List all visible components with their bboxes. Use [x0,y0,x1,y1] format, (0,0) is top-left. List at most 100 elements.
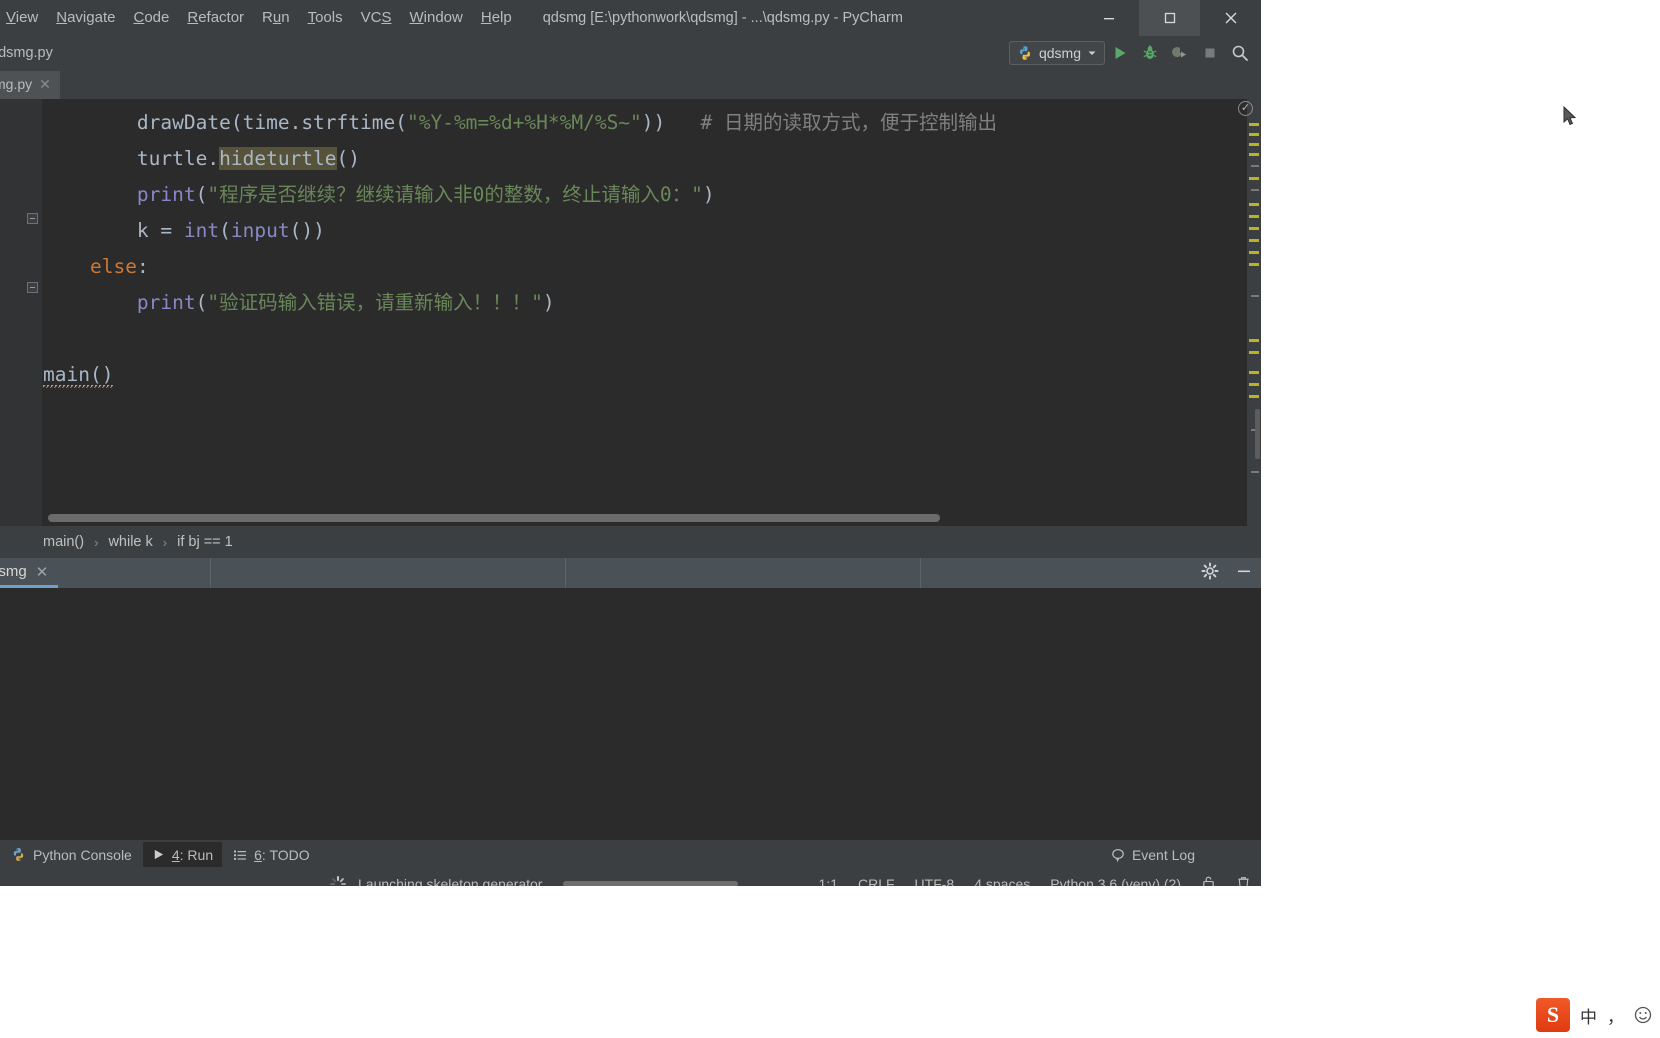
stop-button[interactable] [1195,39,1225,67]
gear-button[interactable] [1201,561,1219,585]
hide-window-button[interactable] [1235,562,1253,585]
smiley-icon[interactable] [1634,1006,1652,1024]
run-tool-button[interactable]: 4: Run [142,842,223,867]
fold-marker[interactable] [27,213,38,224]
editor-gutter[interactable] [0,99,43,526]
menu-item-tools[interactable]: Tools [299,0,352,36]
todo-tool-button[interactable]: 6: TODO [224,842,319,867]
menu-item-window[interactable]: Window [400,0,471,36]
indent-setting[interactable]: 4 spaces [974,876,1030,886]
menu-item-code[interactable]: Code [124,0,178,36]
play-icon [1115,47,1126,59]
menu-item-refactor[interactable]: Refactor [178,0,253,36]
line-drawdate[interactable]: drawDate(time.strftime("%Y-%m=%d+%H*%M/%… [43,105,1261,141]
code-token: strftime [301,111,396,134]
editor-tab-qdsmg[interactable]: mg.py ✕ [0,71,60,99]
bug-icon [1143,45,1157,59]
minimize-icon [1238,570,1250,572]
mouse-pointer-icon [1563,105,1577,127]
fold-marker[interactable] [27,282,38,293]
code-token: . [289,111,302,134]
debug-button[interactable] [1135,39,1165,67]
breadcrumb-item-2[interactable]: if bj == 1 [177,534,233,550]
todo-tool-label: TODO [269,846,310,863]
code-token: = [148,219,184,242]
balloon-icon [1112,848,1124,862]
chevron-down-icon [1088,51,1096,55]
breadcrumb-file-path[interactable]: qdsmg.py [0,45,53,61]
run-with-coverage-button[interactable] [1165,39,1195,67]
menu-bar: View Navigate Code Refactor Run Tools VC… [0,0,1261,36]
desktop-root: View Navigate Code Refactor Run Tools VC… [0,0,1660,1038]
list-icon [234,850,247,860]
file-encoding[interactable]: UTF-8 [915,876,955,886]
comma-icon[interactable]: ， [1607,1003,1624,1028]
code-text[interactable]: drawDate(time.strftime("%Y-%m=%d+%H*%M/%… [43,99,1261,393]
editor-tab-strip: mg.py ✕ [0,70,1261,99]
code-token: else [89,255,137,278]
python-interpreter[interactable]: Python 3.6 (venv) (2) [1050,876,1181,886]
breadcrumb-separator: › [94,534,99,550]
line-hideturtle[interactable]: turtle.hideturtle() [43,141,1261,177]
menu-item-view[interactable]: View [0,0,47,36]
maximize-icon [1164,12,1175,24]
code-editor[interactable]: drawDate(time.strftime("%Y-%m=%d+%H*%M/%… [0,99,1261,526]
run-tool-window: dsmg ✕ [0,558,1261,840]
minimize-button[interactable] [1078,0,1139,36]
run-tab-bar: dsmg ✕ [0,558,1261,588]
code-token: ) [702,183,715,206]
breadcrumb-item-1[interactable]: while k [108,534,152,550]
spinner-icon [330,876,346,886]
menu-item-help[interactable]: Help [472,0,521,36]
line-separator[interactable]: CRLF [858,876,895,886]
line-main-call[interactable]: main() [43,357,1261,393]
tool-window-bar-bottom: Python Console 4: Run 6: TODO Event Log [0,840,1261,869]
menu-item-run[interactable]: Run [253,0,299,36]
code-token: "%Y-%m=%d+%H*%M/%S~" [406,111,642,134]
python-console-button[interactable]: Python Console [2,842,141,867]
memory-trash-button[interactable] [1236,875,1251,886]
run-button[interactable] [1105,39,1135,67]
tab-divider [920,558,922,588]
editor-horizontal-scrollbar[interactable] [48,514,940,522]
status-progress-bar [563,881,739,886]
line-blank-1[interactable] [43,321,1261,357]
close-button[interactable] [1200,0,1261,36]
run-console-output[interactable] [0,588,1261,840]
inspection-widget-icon[interactable]: ✓ [1238,101,1253,116]
window-controls [1078,0,1261,36]
line-print-continue[interactable]: print("程序是否继续？继续请输入非0的整数，终止请输入0：") [43,177,1261,213]
code-token: () [336,147,361,170]
caret-position[interactable]: 1:1 [819,876,838,886]
sogou-ime-icon[interactable]: S [1536,998,1570,1032]
run-tab-label: dsmg [0,563,27,580]
read-only-toggle[interactable] [1201,875,1216,886]
ime-mode-label[interactable]: 中 [1580,1003,1597,1028]
close-icon[interactable]: ✕ [36,563,49,581]
close-icon[interactable]: ✕ [39,76,51,93]
status-progress-text: Launching skeleton generator... [358,876,554,886]
line-k-input[interactable]: k = int(input()) [43,213,1261,249]
maximize-button[interactable] [1139,0,1200,36]
run-tab-qdsmg[interactable]: dsmg ✕ [0,558,59,588]
run-configuration-selector[interactable]: qdsmg [1008,41,1105,65]
code-token: ( [219,219,231,242]
breadcrumb: main() › while k › if bj == 1 [0,526,1261,558]
error-stripe[interactable]: ✓ [1238,99,1261,526]
pycharm-window: View Navigate Code Refactor Run Tools VC… [0,0,1261,886]
code-token: drawDate [136,111,231,134]
search-everywhere-button[interactable] [1225,39,1255,67]
breadcrumb-item-0[interactable]: main() [43,534,84,550]
line-else[interactable]: else: [43,249,1261,285]
menu-item-vcs[interactable]: VCS [352,0,401,36]
event-log-button[interactable]: Event Log [1111,840,1195,869]
code-token: "程序是否继续？继续请输入非0的整数，终止请输入0：" [207,183,703,206]
run-tool-label-wrap: 4: Run [171,846,214,863]
line-print-error[interactable]: print("验证码输入错误，请重新输入！！！") [43,285,1261,321]
menu-item-navigate[interactable]: Navigate [47,0,124,36]
run-tool-label: Run [187,846,214,863]
